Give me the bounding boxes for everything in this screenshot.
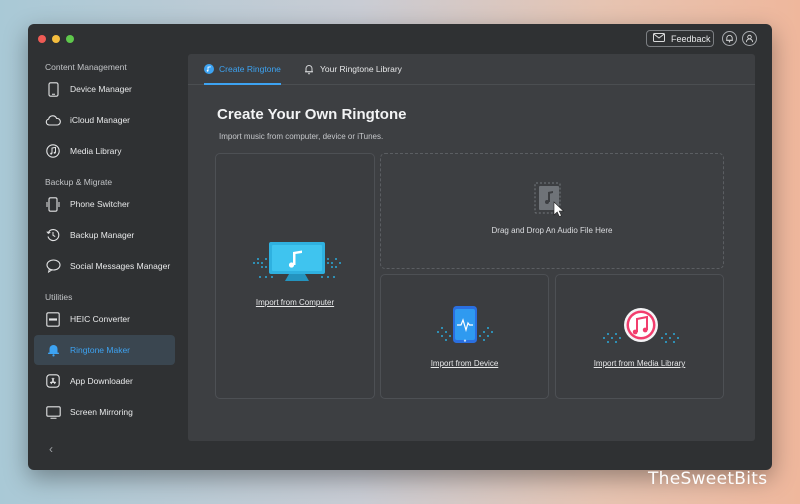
account-button[interactable] — [742, 31, 757, 46]
phone-switch-icon — [45, 196, 61, 212]
bell-icon — [45, 342, 61, 358]
tab-your-ringtone-library[interactable]: Your Ringtone Library — [304, 54, 402, 84]
notifications-button[interactable] — [722, 31, 737, 46]
itunes-icon — [601, 307, 681, 352]
backup-icon — [45, 227, 61, 243]
screen-icon — [45, 404, 61, 420]
title-bar: Feedback — [28, 24, 772, 54]
sidebar-item-label: Ringtone Maker — [70, 345, 131, 355]
sidebar-item-screen-mirroring[interactable]: Screen Mirroring — [34, 397, 175, 427]
tab-label: Your Ringtone Library — [320, 64, 402, 74]
import-media-label[interactable]: Import from Media Library — [556, 359, 723, 368]
sidebar-item-heic-converter[interactable]: HEIC Converter — [34, 304, 175, 334]
sidebar-item-label: Media Library — [70, 146, 122, 156]
page-subtitle: Import music from computer, device or iT… — [219, 132, 384, 141]
sidebar-item-backup-manager[interactable]: Backup Manager — [34, 220, 175, 250]
import-device-card[interactable]: Import from Device — [380, 274, 549, 399]
sidebar-item-label: App Downloader — [70, 376, 133, 386]
page-title: Create Your Own Ringtone — [217, 106, 407, 123]
sidebar-item-icloud-manager[interactable]: iCloud Manager — [34, 105, 175, 135]
tab-create-ringtone[interactable]: Create Ringtone — [204, 54, 281, 85]
collapse-sidebar-button[interactable]: ‹ — [49, 442, 53, 456]
chat-icon — [45, 258, 61, 274]
computer-icon — [249, 240, 345, 291]
close-window-button[interactable] — [38, 35, 46, 43]
phone-icon — [45, 81, 61, 97]
mail-icon — [653, 33, 665, 44]
sidebar-item-label: Phone Switcher — [70, 199, 130, 209]
user-icon — [745, 30, 754, 48]
drop-zone-label: Drag and Drop An Audio File Here — [491, 226, 613, 235]
bell-icon — [725, 30, 734, 48]
minimize-window-button[interactable] — [52, 35, 60, 43]
feedback-label: Feedback — [671, 33, 711, 44]
app-window: Feedback Content Management Device Manag… — [28, 24, 772, 470]
app-store-icon — [45, 373, 61, 389]
sidebar-item-label: Social Messages Manager — [70, 261, 171, 271]
import-computer-card[interactable]: Import from Computer — [215, 153, 375, 399]
sidebar-item-label: Backup Manager — [70, 230, 135, 240]
sidebar-item-media-library[interactable]: Media Library — [34, 136, 175, 166]
zoom-window-button[interactable] — [66, 35, 74, 43]
cloud-icon — [45, 112, 61, 128]
active-tab-indicator — [204, 83, 281, 85]
import-media-card[interactable]: Import from Media Library — [555, 274, 724, 399]
sidebar-item-label: HEIC Converter — [70, 314, 130, 324]
music-icon — [45, 143, 61, 159]
phone-device-icon — [433, 305, 497, 350]
sidebar-item-social-messages-manager[interactable]: Social Messages Manager — [34, 251, 175, 281]
section-utilities: Utilities — [45, 292, 73, 302]
sidebar-item-device-manager[interactable]: Device Manager — [34, 74, 175, 104]
feedback-button[interactable]: Feedback — [646, 30, 714, 47]
drop-zone[interactable]: Drag and Drop An Audio File Here — [380, 153, 724, 269]
bell-icon — [304, 64, 314, 75]
import-device-label[interactable]: Import from Device — [381, 359, 548, 368]
section-content-management: Content Management — [45, 62, 127, 72]
sidebar-item-label: iCloud Manager — [70, 115, 131, 125]
sidebar-item-label: Screen Mirroring — [70, 407, 133, 417]
main-panel: Create Ringtone Your Ringtone Library Cr… — [188, 54, 755, 441]
watermark: TheSweetBits — [648, 469, 768, 489]
section-backup-migrate: Backup & Migrate — [45, 177, 113, 187]
sidebar-item-label: Device Manager — [70, 84, 132, 94]
import-computer-label[interactable]: Import from Computer — [216, 298, 374, 307]
heic-icon — [45, 311, 61, 327]
audio-file-drop-icon — [534, 182, 568, 223]
sidebar: Content Management Device Manager iCloud… — [28, 54, 184, 470]
sidebar-item-app-downloader[interactable]: App Downloader — [34, 366, 175, 396]
tab-label: Create Ringtone — [219, 64, 281, 74]
ringtone-icon — [204, 64, 214, 74]
sidebar-item-phone-switcher[interactable]: Phone Switcher — [34, 189, 175, 219]
tab-bar: Create Ringtone Your Ringtone Library — [188, 54, 755, 85]
sidebar-item-ringtone-maker[interactable]: Ringtone Maker — [34, 335, 175, 365]
